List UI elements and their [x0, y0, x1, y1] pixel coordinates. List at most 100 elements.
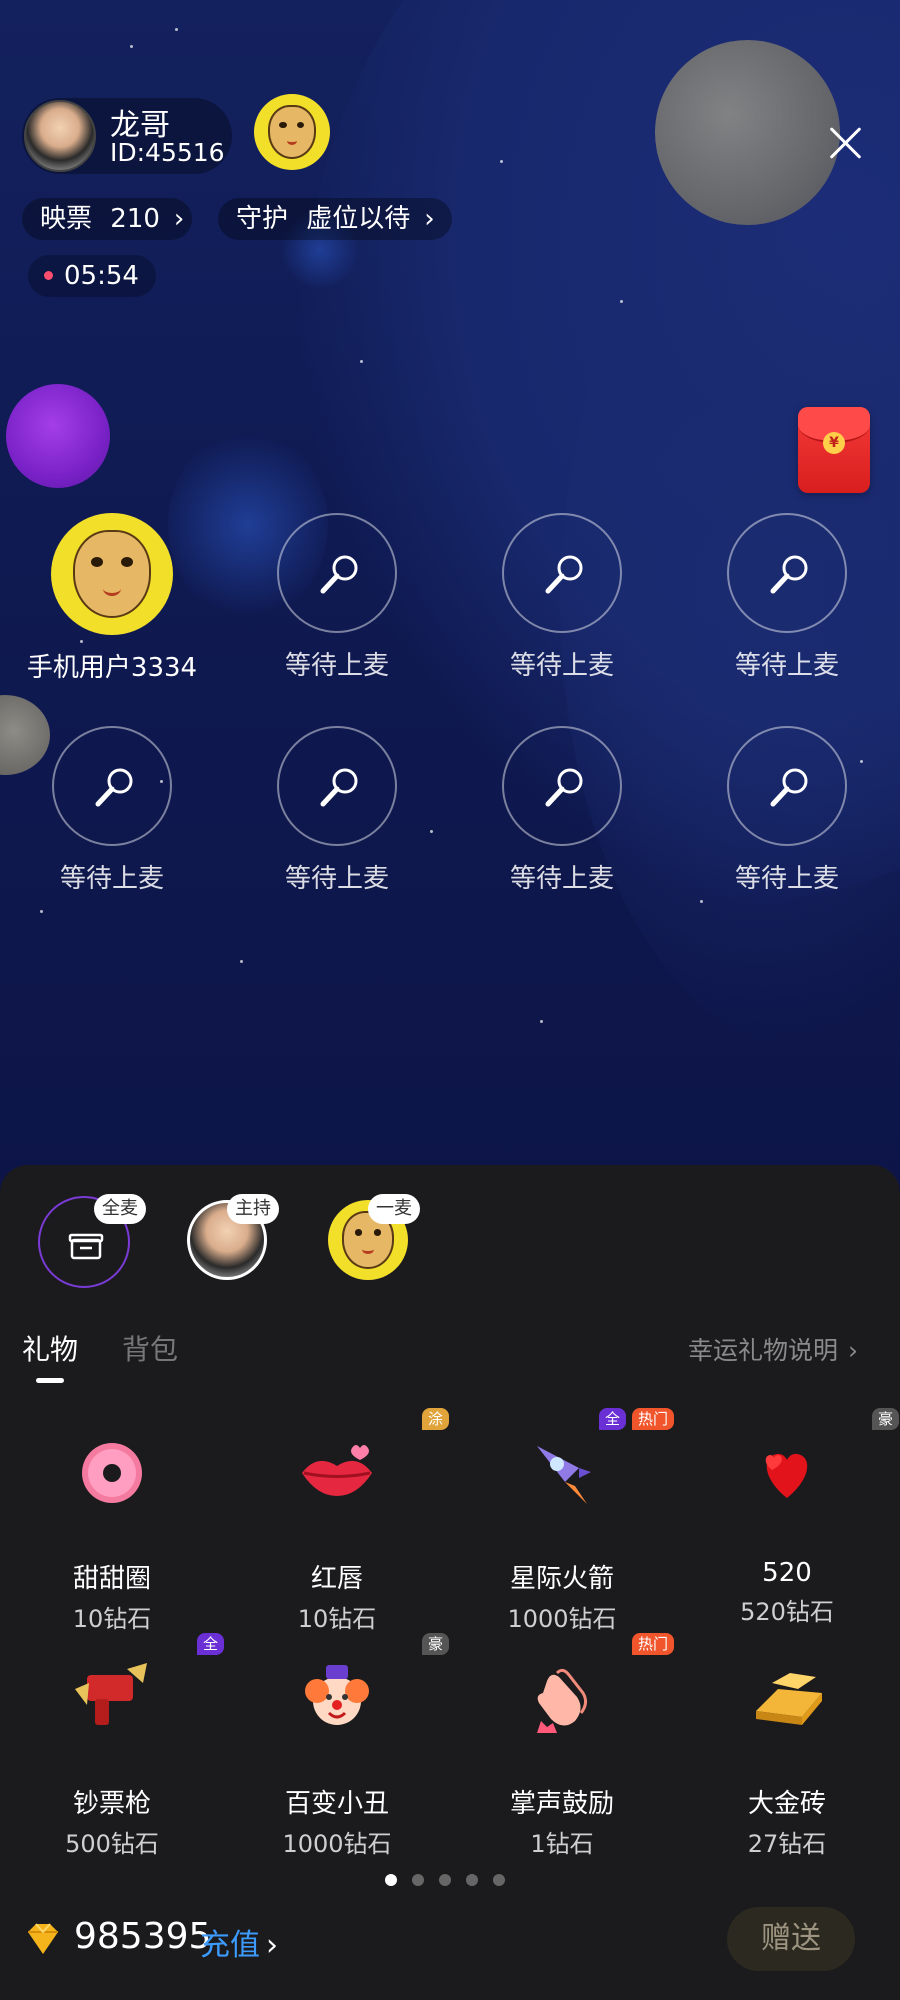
seat-3[interactable]: 等待上麦 — [462, 513, 662, 682]
page-dot[interactable] — [466, 1874, 478, 1886]
red-packet-icon[interactable]: ¥ — [798, 407, 870, 493]
seat-1[interactable]: 手机用户3334 — [12, 513, 212, 684]
gift-tag: 热门 — [631, 1633, 674, 1655]
star — [175, 28, 178, 31]
gift-item[interactable]: 甜甜圈 10钻石 — [0, 1428, 224, 1634]
gift-price: 10钻石 — [297, 1605, 377, 1633]
star — [40, 910, 43, 913]
seat-2[interactable]: 等待上麦 — [237, 513, 437, 682]
star — [130, 45, 133, 48]
gift-item[interactable]: 全 钞票枪 500钻石 — [0, 1633, 224, 1859]
gift-tag: 豪 — [871, 1408, 899, 1430]
follow-leopard-avatar[interactable] — [254, 94, 330, 170]
star — [700, 900, 703, 903]
donut-icon — [82, 1443, 142, 1503]
seat-8[interactable]: 等待上麦 — [687, 726, 887, 895]
seat-label: 等待上麦 — [59, 864, 164, 894]
page-dot[interactable] — [493, 1874, 505, 1886]
lips-icon — [302, 1445, 372, 1496]
tickets-pill[interactable]: 映票 210 › — [22, 198, 192, 240]
close-icon[interactable] — [822, 120, 870, 168]
guard-pill[interactable]: 守护 虚位以待 › — [218, 198, 452, 240]
leopard-avatar — [51, 513, 173, 635]
page-dot[interactable] — [439, 1874, 451, 1886]
chevron-right-icon: › — [424, 204, 435, 234]
hearts-icon — [765, 1453, 808, 1498]
seat-5[interactable]: 等待上麦 — [12, 726, 212, 895]
star — [500, 160, 503, 163]
gift-price: 520钻石 — [740, 1598, 834, 1626]
send-button[interactable]: 赠送 — [727, 1907, 855, 1971]
microphone-icon — [320, 768, 358, 807]
seat-4[interactable]: 等待上麦 — [687, 513, 887, 682]
recipient-badge: 全麦 — [94, 1194, 146, 1224]
gift-item[interactable]: 涂 红唇 10钻石 — [225, 1408, 449, 1634]
gift-name: 大金砖 — [747, 1789, 826, 1819]
clap-icon — [537, 1668, 588, 1733]
gift-tag: 热门 — [631, 1408, 674, 1430]
lucky-gift-info-label: 幸运礼物说明 — [688, 1336, 839, 1365]
microphone-icon — [545, 555, 583, 594]
tab-indicator — [36, 1378, 64, 1383]
gift-name: 甜甜圈 — [72, 1564, 151, 1594]
gift-tag: 全 — [598, 1408, 626, 1430]
chevron-right-icon: › — [173, 204, 185, 234]
star — [360, 360, 363, 363]
star — [240, 960, 243, 963]
gift-item[interactable]: 热门 掌声鼓励 1钻石 — [450, 1633, 674, 1859]
gift-name: 百变小丑 — [284, 1789, 389, 1819]
page-indicator — [385, 1874, 505, 1886]
seat-7[interactable]: 等待上麦 — [462, 726, 662, 895]
gift-name: 掌声鼓励 — [509, 1789, 614, 1819]
recipient-mic-1[interactable]: 一麦 — [328, 1194, 428, 1296]
tab-backpack[interactable]: 背包 — [122, 1328, 178, 1368]
gift-name: 钞票枪 — [72, 1789, 151, 1819]
gift-name: 红唇 — [310, 1564, 363, 1594]
seat-label: 等待上麦 — [509, 864, 614, 894]
gift-price: 1钻石 — [530, 1830, 594, 1858]
seat-label: 等待上麦 — [734, 651, 839, 681]
recipient-all-mics[interactable]: 全麦 — [38, 1194, 146, 1296]
tickets-label: 映票 — [40, 204, 93, 234]
gift-price: 1000钻石 — [282, 1830, 392, 1858]
host-avatar[interactable] — [24, 100, 96, 172]
tickets-value: 210 — [110, 204, 160, 234]
gift-price: 500钻石 — [65, 1830, 159, 1858]
recharge-label: 充值 — [200, 1928, 260, 1963]
gift-item[interactable]: 大金砖 27钻石 — [675, 1653, 899, 1859]
page-dot[interactable] — [412, 1874, 424, 1886]
seat-label: 手机用户3334 — [26, 653, 198, 683]
guard-label: 守护 — [236, 204, 289, 234]
seat-label: 等待上麦 — [284, 651, 389, 681]
guard-value: 虚位以待 — [306, 204, 411, 234]
rocket-icon — [537, 1446, 591, 1504]
star — [620, 300, 623, 303]
gift-tag: 涂 — [421, 1408, 449, 1430]
seat-6[interactable]: 等待上麦 — [237, 726, 437, 895]
page-dot[interactable] — [385, 1874, 397, 1886]
recipient-host[interactable]: 主持 — [187, 1194, 287, 1296]
chevron-right-icon: › — [848, 1336, 859, 1365]
clown-icon — [305, 1665, 369, 1725]
gift-price: 10钻石 — [72, 1605, 152, 1633]
lucky-gift-info-link[interactable]: 幸运礼物说明 › — [688, 1331, 858, 1367]
gift-item[interactable]: 豪 520 520钻石 — [675, 1408, 899, 1627]
gift-price: 1000钻石 — [507, 1605, 617, 1633]
star — [540, 1020, 543, 1023]
live-dot-icon — [44, 271, 53, 280]
gold-bar-icon — [756, 1673, 822, 1725]
tab-gift[interactable]: 礼物 — [22, 1328, 78, 1368]
decor-planet — [655, 40, 840, 225]
recharge-link[interactable]: 充值 › — [200, 1920, 278, 1964]
gift-item[interactable]: 全 热门 星际火箭 1000钻石 — [450, 1408, 674, 1634]
recipient-badge: 一麦 — [368, 1194, 420, 1224]
gift-name: 星际火箭 — [509, 1564, 614, 1594]
leopard-face-icon — [72, 530, 152, 618]
gift-item[interactable]: 豪 百变小丑 1000钻石 — [225, 1633, 449, 1859]
recipient-badge: 主持 — [227, 1194, 279, 1224]
seat-label: 等待上麦 — [734, 864, 839, 894]
microphone-icon — [545, 768, 583, 807]
microphone-icon — [95, 768, 133, 807]
host-id: ID:45516 — [110, 138, 225, 167]
diamond-icon — [28, 1923, 58, 1954]
